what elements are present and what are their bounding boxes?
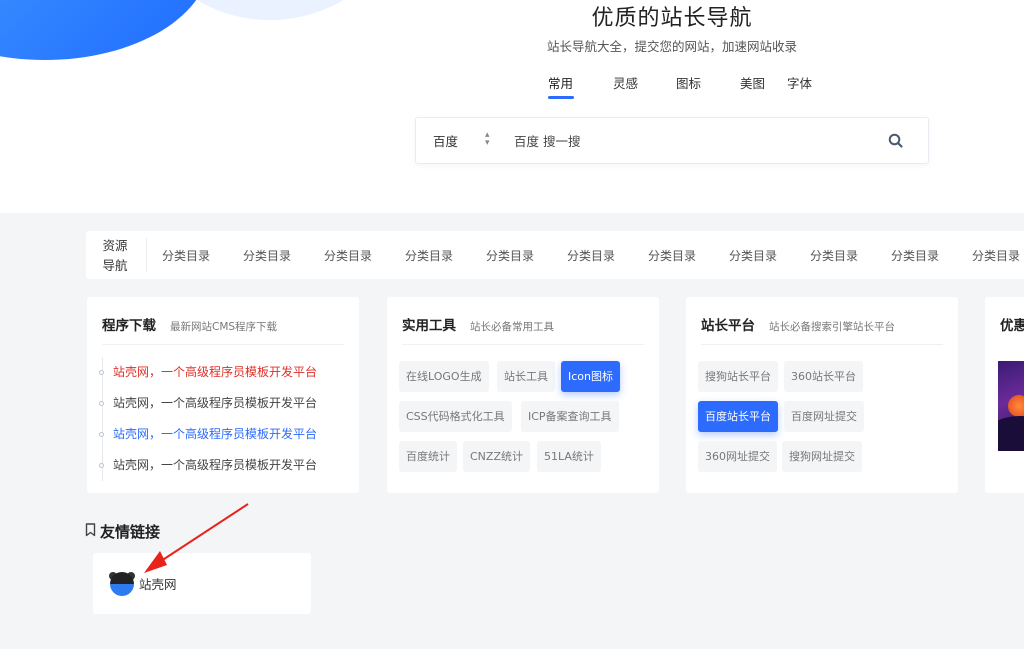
tag-link[interactable]: 百度站长平台 (698, 401, 778, 432)
tag-link[interactable]: 360网址提交 (698, 441, 777, 472)
card-header: 实用工具 站长必备常用工具 (402, 314, 554, 334)
divider (146, 238, 147, 272)
list-item[interactable]: 站壳网，一个高级程序员模板开发平台 (99, 388, 317, 419)
tab-inspiration[interactable]: 灵感 (613, 73, 638, 92)
category-item[interactable]: 分类目录 (972, 247, 1020, 264)
bullet-icon (99, 401, 104, 406)
tag-link[interactable]: ICP备案查询工具 (521, 401, 619, 432)
site-logo-icon (108, 571, 136, 601)
tab-images[interactable]: 美图 (740, 73, 765, 92)
card-useful-tools: 实用工具 站长必备常用工具 在线LOGO生成 站长工具 Icon图标 CSS代码格… (387, 297, 659, 493)
page-title: 优质的站长导航 (591, 6, 753, 31)
sun-graphic (1008, 395, 1024, 417)
category-item[interactable]: 分类目录 (243, 247, 291, 264)
card-header: 程序下载 最新网站CMS程序下载 (102, 314, 277, 334)
friend-link-name[interactable]: 站壳网 (139, 574, 177, 593)
hill-graphic (998, 416, 1024, 451)
divider (102, 344, 344, 345)
bullet-icon (99, 432, 104, 437)
category-item[interactable]: 分类目录 (648, 247, 696, 264)
tag-link[interactable]: 360站长平台 (784, 361, 863, 392)
tag-link[interactable]: 百度网址提交 (784, 401, 864, 432)
tab-icons[interactable]: 图标 (676, 73, 701, 92)
divider (402, 344, 644, 345)
card-title[interactable]: 程序下载 (102, 318, 156, 334)
card-header: 站长平台 站长必备搜索引擎站长平台 (701, 314, 895, 334)
card-title[interactable]: 实用工具 (402, 318, 456, 334)
tag-link[interactable]: 搜狗网址提交 (782, 441, 862, 472)
tag-link[interactable]: Icon图标 (561, 361, 620, 392)
category-item[interactable]: 分类目录 (567, 247, 615, 264)
category-bar: 资源 导航 分类目录 分类目录 分类目录 分类目录 分类目录 分类目录 分类目录 … (86, 231, 1024, 279)
search-icon[interactable] (886, 131, 906, 151)
category-item[interactable]: 分类目录 (486, 247, 534, 264)
tag-link[interactable]: CNZZ统计 (463, 441, 530, 472)
tab-common[interactable]: 常用 (548, 73, 573, 92)
card-description: 站长必备搜索引擎站长平台 (769, 321, 895, 333)
tag-link[interactable]: 搜狗站长平台 (698, 361, 778, 392)
list-item[interactable]: 站壳网，一个高级程序员模板开发平台 (99, 419, 317, 450)
category-item[interactable]: 分类目录 (405, 247, 453, 264)
article-list: 站壳网，一个高级程序员模板开发平台 站壳网，一个高级程序员模板开发平台 站壳网，… (99, 357, 317, 481)
category-bar-label: 资源 导航 (102, 238, 128, 273)
bullet-icon (99, 370, 104, 375)
select-caret-icon[interactable]: ▴ ▾ (485, 131, 490, 148)
list-item[interactable]: 站壳网，一个高级程序员模板开发平台 (99, 450, 317, 481)
search-box: 百度 ▴ ▾ (415, 117, 929, 164)
card-description: 站长必备常用工具 (470, 321, 554, 333)
tag-link[interactable]: CSS代码格式化工具 (399, 401, 512, 432)
category-item[interactable]: 分类目录 (891, 247, 939, 264)
card-description: 最新网站CMS程序下载 (170, 321, 278, 333)
card-program-downloads: 程序下载 最新网站CMS程序下载 站壳网，一个高级程序员模板开发平台 站壳网，一个… (87, 297, 359, 493)
friend-links-header: 友情链接 (85, 521, 160, 542)
divider (701, 344, 943, 345)
category-item[interactable]: 分类目录 (729, 247, 777, 264)
active-tab-indicator (548, 96, 574, 99)
card-offers: 优惠 立即 (985, 297, 1024, 493)
section-title: 友情链接 (100, 523, 161, 541)
tag-link[interactable]: 站长工具 (497, 361, 555, 392)
category-item[interactable]: 分类目录 (810, 247, 858, 264)
card-title[interactable]: 优惠 (1000, 314, 1024, 334)
page-subtitle: 站长导航大全，提交您的网站，加速网站收录 (546, 39, 797, 54)
card-webmaster-platforms: 站长平台 站长必备搜索引擎站长平台 搜狗站长平台 360站长平台 百度站长平台 百… (686, 297, 958, 493)
search-input[interactable] (514, 128, 874, 154)
list-item[interactable]: 站壳网，一个高级程序员模板开发平台 (99, 357, 317, 388)
promo-image[interactable]: 立即 (998, 361, 1024, 451)
bullet-icon (99, 463, 104, 468)
search-engine-select[interactable]: 百度 (433, 131, 458, 150)
card-title[interactable]: 站长平台 (701, 318, 755, 334)
tag-link[interactable]: 51LA统计 (537, 441, 601, 472)
tag-link[interactable]: 百度统计 (399, 441, 457, 472)
friend-link-card[interactable]: 站壳网 (93, 553, 311, 614)
tab-fonts[interactable]: 字体 (787, 73, 812, 92)
bookmark-icon (85, 522, 96, 541)
tag-link[interactable]: 在线LOGO生成 (399, 361, 489, 392)
hero-section: 优质的站长导航 站长导航大全，提交您的网站，加速网站收录 常用 灵感 图标 美图… (0, 0, 1024, 213)
category-item[interactable]: 分类目录 (162, 247, 210, 264)
category-item[interactable]: 分类目录 (324, 247, 372, 264)
